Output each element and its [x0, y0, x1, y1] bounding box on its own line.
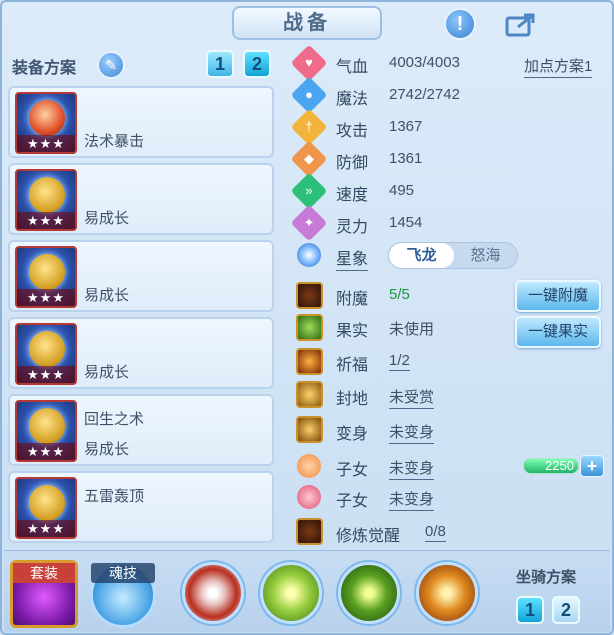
fief-label: 封地 [336, 391, 369, 408]
blessing-label: 祈福 [336, 357, 369, 374]
equip-plan-button-1[interactable]: 1 [206, 50, 234, 78]
enchant-label: 附魔 [336, 291, 369, 308]
stat-value-speed: 495 [389, 182, 415, 199]
star-rating: ★★★ [17, 520, 75, 537]
equipment-slot-weapon[interactable]: ★★★ 法术暴击 [8, 86, 274, 158]
star-sign-label[interactable]: 星象 [336, 245, 369, 271]
info-icon[interactable]: ! [444, 8, 476, 40]
child-value-1[interactable]: 未变身 [389, 457, 435, 480]
stat-label-defense: 防御 [336, 155, 369, 172]
star-rating: ★★★ [17, 289, 75, 306]
star-rating: ★★★ [17, 135, 75, 152]
equipment-label: 易成长 [84, 364, 130, 381]
fan-weapon-icon: ★★★ [15, 92, 77, 154]
one-click-fruit-button[interactable]: 一键果实 [515, 316, 601, 348]
equipment-label: 易成长 [84, 441, 130, 458]
transform-value[interactable]: 未变身 [389, 421, 435, 444]
star-sign-toggle[interactable]: 飞龙 怒海 [388, 242, 518, 269]
fief-value[interactable]: 未受赏 [389, 386, 435, 409]
speed-icon: » [290, 172, 328, 210]
mount-plan-button-1[interactable]: 1 [516, 596, 544, 624]
enchant-icon [296, 282, 323, 309]
cultivation-value[interactable]: 0/8 [425, 523, 446, 542]
child-points-value: 2250 [545, 458, 574, 473]
cultivation-label: 修炼觉醒 [336, 528, 401, 545]
fief-icon [296, 381, 323, 408]
equipment-slot-necklace[interactable]: ★★★ 易成长 [8, 317, 274, 389]
stat-value-spirit: 1454 [389, 214, 423, 231]
stat-label-attack: 攻击 [336, 123, 369, 140]
stat-value-hp: 4003/4003 [389, 54, 460, 71]
child-label-2: 子女 [336, 493, 369, 510]
share-icon[interactable] [502, 8, 542, 40]
skill-slot-2[interactable] [260, 562, 322, 624]
equipment-slot-armor[interactable]: ★★★ 易成长 [8, 240, 274, 312]
skill-slot-4[interactable] [416, 562, 478, 624]
soul-skill-button[interactable]: 魂技 [90, 562, 156, 628]
star-rating: ★★★ [17, 443, 75, 460]
stat-value-mp: 2742/2742 [389, 86, 460, 103]
child-value-2[interactable]: 未变身 [389, 488, 435, 511]
equipment-skill-label: 五雷轰顶 [84, 488, 145, 505]
star-rating: ★★★ [17, 366, 75, 383]
equip-plan-button-2[interactable]: 2 [243, 50, 271, 78]
equipment-label: 易成长 [84, 287, 130, 304]
sword-icon: † [290, 108, 328, 146]
child-points-bar: 2250 [523, 458, 579, 474]
mount-plan-button-2[interactable]: 2 [552, 596, 580, 624]
stat-label-mp: 魔法 [336, 91, 369, 108]
armor-icon: ★★★ [15, 246, 77, 308]
equipment-plan-title: 装备方案 [12, 60, 77, 77]
star-sign-option-feilong[interactable]: 飞龙 [389, 243, 454, 268]
edit-pen-icon[interactable]: ✎ [97, 51, 125, 79]
stat-value-attack: 1367 [389, 118, 423, 135]
add-child-points-button[interactable]: + [580, 455, 604, 477]
enchant-value: 5/5 [389, 286, 410, 303]
star-rating: ★★★ [17, 212, 75, 229]
equipment-slot-belt[interactable]: ★★★ 回生之术 易成长 [8, 394, 274, 466]
equipment-slot-helmet[interactable]: ★★★ 易成长 [8, 163, 274, 235]
helmet-icon: ★★★ [15, 169, 77, 231]
transform-label: 变身 [336, 426, 369, 443]
mount-plan-title: 坐骑方案 [516, 569, 577, 586]
blessing-value[interactable]: 1/2 [389, 352, 410, 371]
shield-icon: ◆ [290, 140, 328, 178]
cultivation-icon [296, 518, 323, 545]
skill-slot-1[interactable] [182, 562, 244, 624]
fruit-value: 未使用 [389, 321, 435, 338]
child-icon-2 [297, 485, 321, 509]
soul-skill-label: 魂技 [91, 563, 155, 583]
spirit-icon: ✦ [290, 204, 328, 242]
star-sign-option-nuhai[interactable]: 怒海 [453, 243, 517, 268]
share-arrow-icon [505, 13, 535, 37]
one-click-enchant-button[interactable]: 一键附魔 [515, 280, 601, 312]
stat-label-spirit: 灵力 [336, 219, 369, 236]
belt-icon: ★★★ [15, 400, 77, 462]
necklace-icon: ★★★ [15, 323, 77, 385]
boots-icon: ★★★ [15, 477, 77, 539]
skill-slot-3[interactable] [338, 562, 400, 624]
equipment-skill-label: 回生之术 [84, 411, 145, 428]
equipment-label: 易成长 [84, 210, 130, 227]
star-sign-icon [297, 243, 321, 267]
child-label-1: 子女 [336, 462, 369, 479]
fruit-icon [296, 314, 323, 341]
stat-label-hp: 气血 [336, 59, 369, 76]
fruit-label: 果实 [336, 323, 369, 340]
stat-label-speed: 速度 [336, 187, 369, 204]
page-title: 战备 [232, 6, 382, 40]
equipment-slot-boots[interactable]: ★★★ 五雷轰顶 [8, 471, 274, 543]
stat-value-defense: 1361 [389, 150, 423, 167]
magic-icon: ● [290, 76, 328, 114]
heart-icon: ♥ [290, 44, 328, 82]
equipment-label: 法术暴击 [84, 133, 145, 150]
set-bonus-button[interactable]: 套装 [10, 560, 78, 628]
transform-icon [296, 416, 323, 443]
blessing-icon [296, 348, 323, 375]
set-label: 套装 [13, 563, 75, 583]
child-icon [297, 454, 321, 478]
add-point-plan-link[interactable]: 加点方案1 [524, 55, 593, 78]
